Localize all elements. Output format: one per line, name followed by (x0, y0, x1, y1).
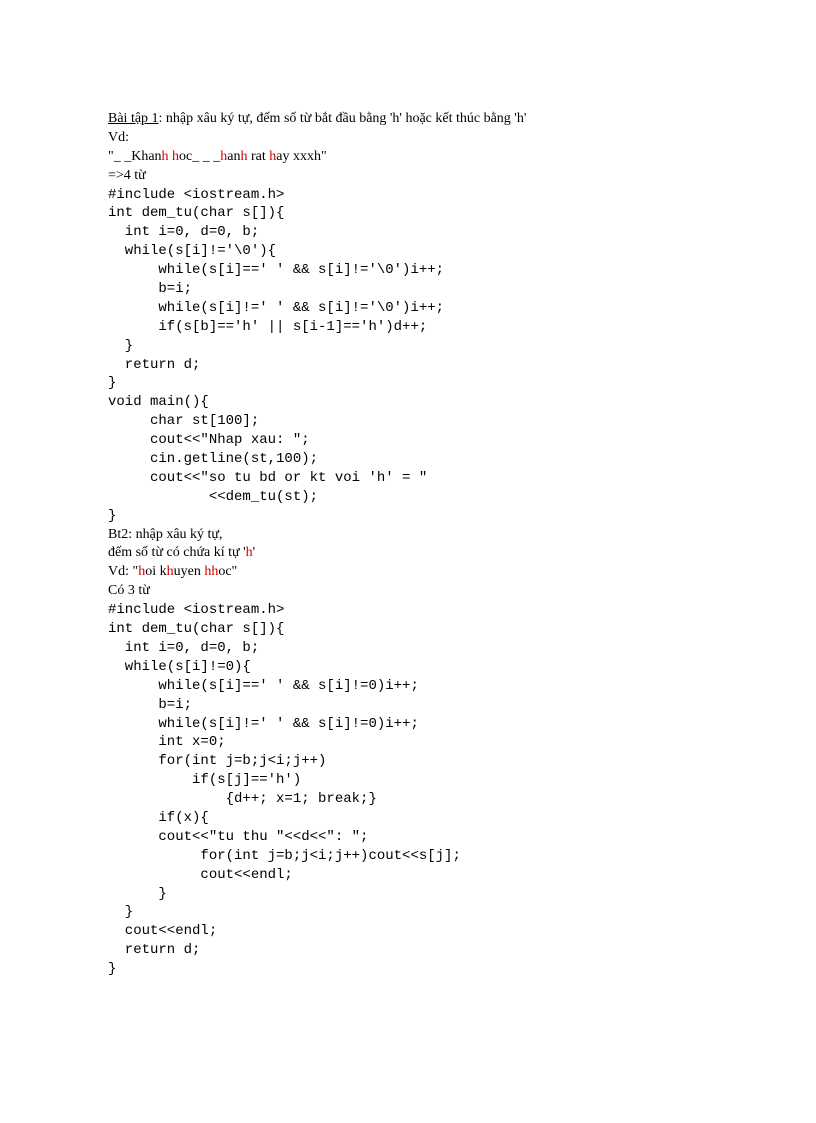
code-line: if(x){ (108, 809, 708, 828)
code-line: } (108, 507, 708, 526)
code-line: for(int j=b;j<i;j++)cout<<s[j]; (108, 847, 708, 866)
code-line: #include <iostream.h> (108, 601, 708, 620)
code-line: while(s[i]!=0){ (108, 658, 708, 677)
code-line: b=i; (108, 280, 708, 299)
code-line: if(s[b]=='h' || s[i-1]=='h')d++; (108, 318, 708, 337)
code-line: char st[100]; (108, 412, 708, 431)
document-page: Bài tập 1: nhập xâu ký tự, đếm số từ bắt… (0, 0, 816, 1123)
code-line: <<dem_tu(st); (108, 488, 708, 507)
bt2-vd-text: Vd: "hoi khuyen hhoc" (108, 563, 708, 582)
code-line: cout<<"Nhap xau: "; (108, 431, 708, 450)
bt1-title: Bài tập 1 (108, 111, 159, 126)
code-line: {d++; x=1; break;} (108, 790, 708, 809)
code-line: int i=0, d=0, b; (108, 223, 708, 242)
code-line: if(s[j]=='h') (108, 771, 708, 790)
code-line: int i=0, d=0, b; (108, 639, 708, 658)
code-line: cin.getline(st,100); (108, 450, 708, 469)
code-line: while(s[i]!=' ' && s[i]!='\0')i++; (108, 299, 708, 318)
code-line: } (108, 374, 708, 393)
code-line: int dem_tu(char s[]){ (108, 204, 708, 223)
code-line: for(int j=b;j<i;j++) (108, 752, 708, 771)
bt2-title: Bt2: nhập xâu ký tự, (108, 526, 708, 545)
code-line: while(s[i]!='\0'){ (108, 242, 708, 261)
bt1-vd-label: Vd: (108, 129, 708, 148)
code-line: cout<<endl; (108, 922, 708, 941)
bt1-vd-text: "_ _Khanh hoc_ _ _hanh rat hay xxxh" (108, 148, 708, 167)
code-line: while(s[i]==' ' && s[i]!='\0')i++; (108, 261, 708, 280)
code-line: } (108, 903, 708, 922)
code-line: while(s[i]==' ' && s[i]!=0)i++; (108, 677, 708, 696)
code-line: b=i; (108, 696, 708, 715)
bt1-desc: : nhập xâu ký tự, đếm số từ bắt đầu bằng… (159, 111, 527, 126)
bt2-count: Có 3 từ (108, 582, 708, 601)
code-line: return d; (108, 941, 708, 960)
code-line: int x=0; (108, 733, 708, 752)
code-line: cout<<endl; (108, 866, 708, 885)
bt1-title-line: Bài tập 1: nhập xâu ký tự, đếm số từ bắt… (108, 110, 708, 129)
code-line: } (108, 960, 708, 979)
code-line: while(s[i]!=' ' && s[i]!=0)i++; (108, 715, 708, 734)
bt2-desc-line: đếm số từ có chứa kí tự 'h' (108, 544, 708, 563)
code-line: return d; (108, 356, 708, 375)
code-line: #include <iostream.h> (108, 186, 708, 205)
code-line: void main(){ (108, 393, 708, 412)
code-line: } (108, 885, 708, 904)
code-line: int dem_tu(char s[]){ (108, 620, 708, 639)
bt1-result: =>4 từ (108, 167, 708, 186)
code-line: cout<<"tu thu "<<d<<": "; (108, 828, 708, 847)
code-line: cout<<"so tu bd or kt voi 'h' = " (108, 469, 708, 488)
code-line: } (108, 337, 708, 356)
